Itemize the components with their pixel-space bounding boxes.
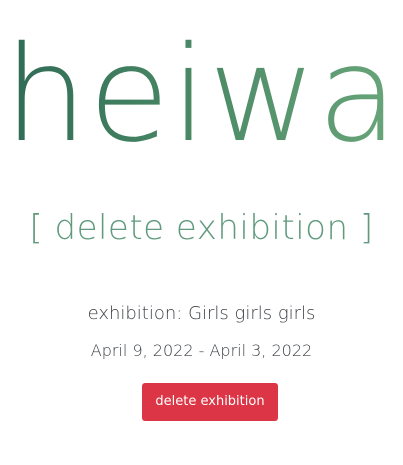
title-close-bracket: ] [359,208,374,248]
exhibition-name: exhibition: Girls girls girls [87,303,316,324]
exhibition-dates: April 9, 2022 - April 3, 2022 [90,341,313,360]
title-text: delete exhibition [54,208,349,248]
title-open-bracket: [ [29,208,44,248]
page-title: [ delete exhibition ] [0,200,403,256]
delete-exhibition-button[interactable]: delete exhibition [142,383,278,421]
site-logo[interactable]: heiwa [0,20,403,170]
